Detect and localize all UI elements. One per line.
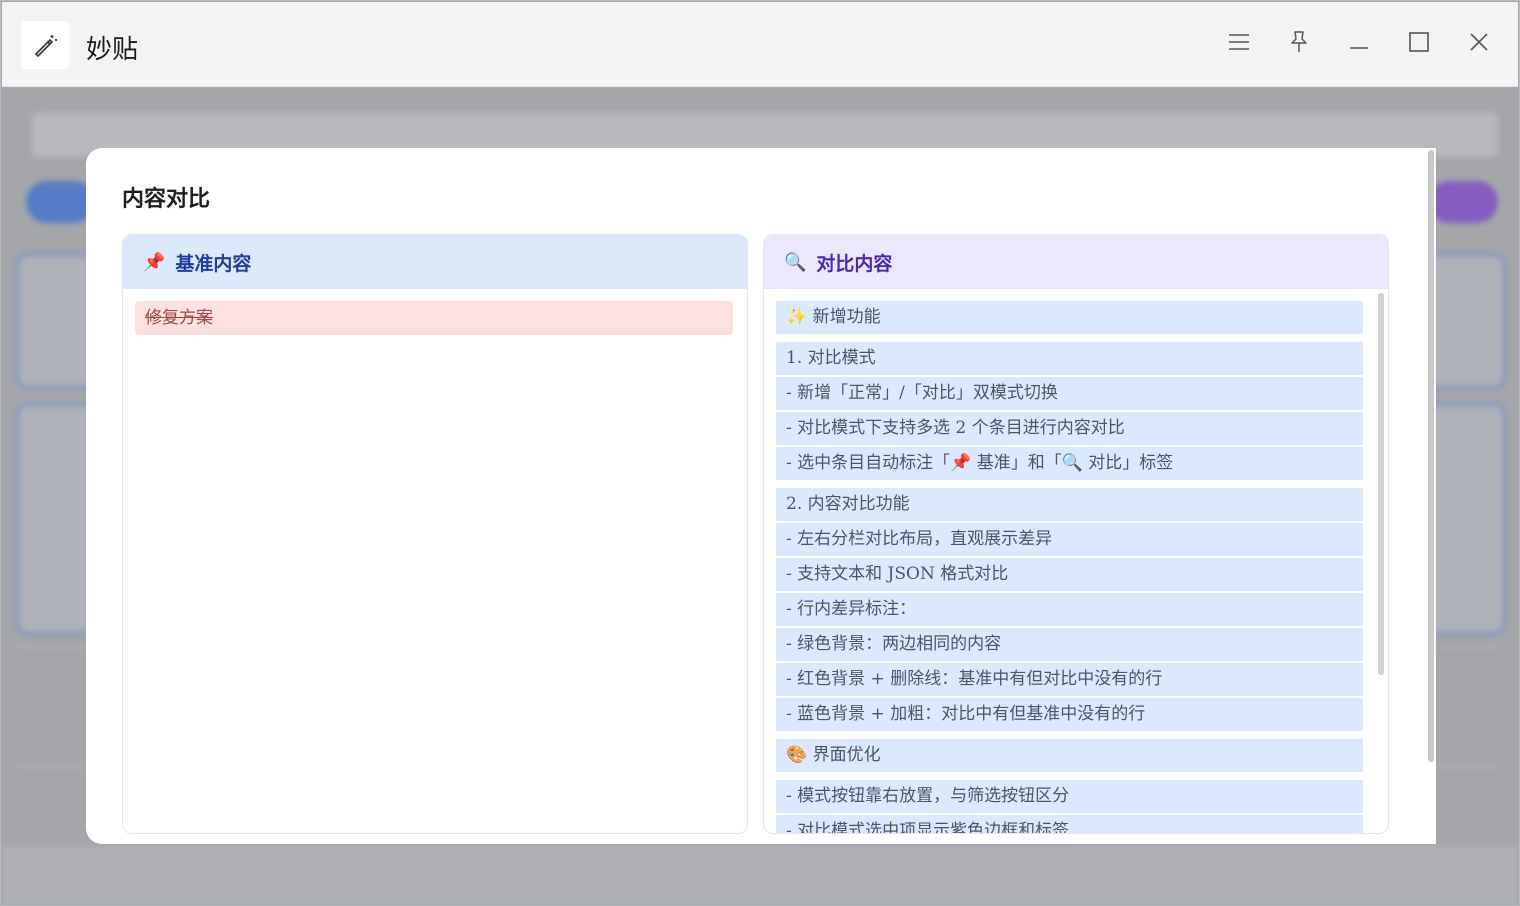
compare-panel-title: 对比内容 [816,252,893,275]
added-line: - 行内差异标注： [776,593,1363,626]
added-line: - 红色背景 + 删除线：基准中有但对比中没有的行 [776,663,1363,696]
compare-content[interactable]: ✨ 新增功能 1. 对比模式 - 新增「正常」/「对比」双模式切换 - 对比模式… [764,289,1388,833]
added-line: - 支持文本和 JSON 格式对比 [776,558,1363,591]
maximize-button[interactable] [1399,24,1439,64]
background-footer [2,847,1518,905]
compare-panel: 🔍 对比内容 ✨ 新增功能 1. 对比模式 - 新增「正常」/「对比」双模式切换… [763,234,1389,834]
dialog-scrollbar[interactable] [1426,148,1436,844]
magnifier-icon: 🔍 [784,251,807,273]
baseline-panel-title: 基准内容 [175,252,252,275]
added-line: ✨ 新增功能 [776,301,1363,334]
maximize-icon [1409,32,1429,56]
menu-icon [1228,33,1250,55]
minimize-icon [1349,35,1369,54]
added-line: 🎨 界面优化 [776,739,1363,772]
pin-icon [1289,30,1309,58]
added-line: - 蓝色背景 + 加粗：对比中有但基准中没有的行 [776,698,1363,731]
compare-scrollbar[interactable] [1378,293,1384,675]
background-compare-button [1428,181,1498,223]
app-window: 妙贴 内容对比 📌 基准内容 修复方案 🔍 对比内容 ✨ 新增功能 1. 对比模… [0,0,1520,906]
app-title: 妙贴 [86,35,139,65]
pin-button[interactable] [1279,24,1319,64]
baseline-panel-header: 📌 基准内容 [123,235,747,289]
app-logo-icon [21,21,69,69]
added-line: 1. 对比模式 [776,342,1363,375]
added-lines-list: ✨ 新增功能 1. 对比模式 - 新增「正常」/「对比」双模式切换 - 对比模式… [776,301,1363,833]
pushpin-icon: 📌 [143,251,166,273]
deleted-line: 修复方案 [135,301,733,335]
dialog-scrollbar-thumb[interactable] [1428,150,1434,762]
title-bar: 妙贴 [2,2,1518,87]
added-line: - 选中条目自动标注「📌 基准」和「🔍 对比」标签 [776,447,1363,480]
added-line: - 绿色背景：两边相同的内容 [776,628,1363,661]
added-line: - 左右分栏对比布局，直观展示差异 [776,523,1363,556]
added-line: - 模式按钮靠右放置，与筛选按钮区分 [776,780,1363,813]
baseline-panel: 📌 基准内容 修复方案 [122,234,748,834]
added-line: - 对比模式下支持多选 2 个条目进行内容对比 [776,412,1363,445]
menu-button[interactable] [1219,24,1259,64]
added-line: - 新增「正常」/「对比」双模式切换 [776,377,1363,410]
baseline-content[interactable]: 修复方案 [123,289,747,833]
compare-dialog: 内容对比 📌 基准内容 修复方案 🔍 对比内容 ✨ 新增功能 1. 对比模式 -… [86,148,1436,844]
dialog-title: 内容对比 [122,187,211,212]
close-icon [1469,32,1489,56]
added-line: 2. 内容对比功能 [776,488,1363,521]
compare-panel-header: 🔍 对比内容 [764,235,1388,289]
minimize-button[interactable] [1339,24,1379,64]
close-button[interactable] [1459,24,1499,64]
added-line: - 对比模式选中项显示紫色边框和标签 [776,815,1363,833]
